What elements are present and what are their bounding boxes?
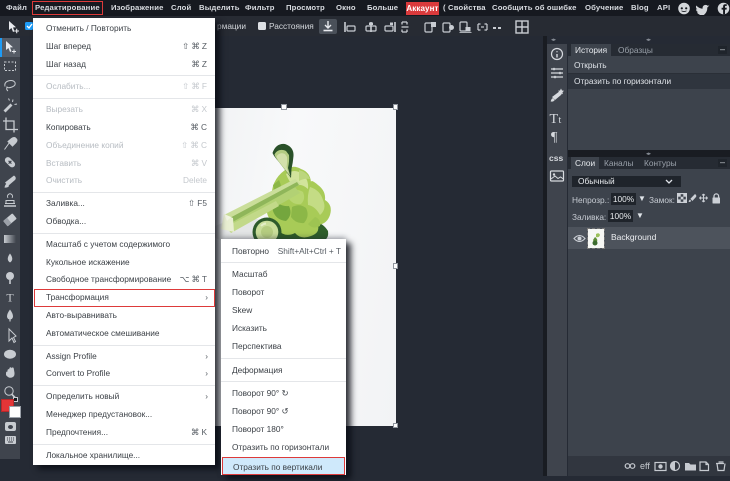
svg-text:¶: ¶: [551, 130, 558, 145]
svg-text:T: T: [6, 291, 14, 305]
svg-text:t: t: [559, 115, 562, 126]
svg-text:T: T: [550, 112, 559, 127]
svg-text:eff: eff: [640, 461, 650, 471]
svg-text:css: css: [549, 153, 563, 163]
